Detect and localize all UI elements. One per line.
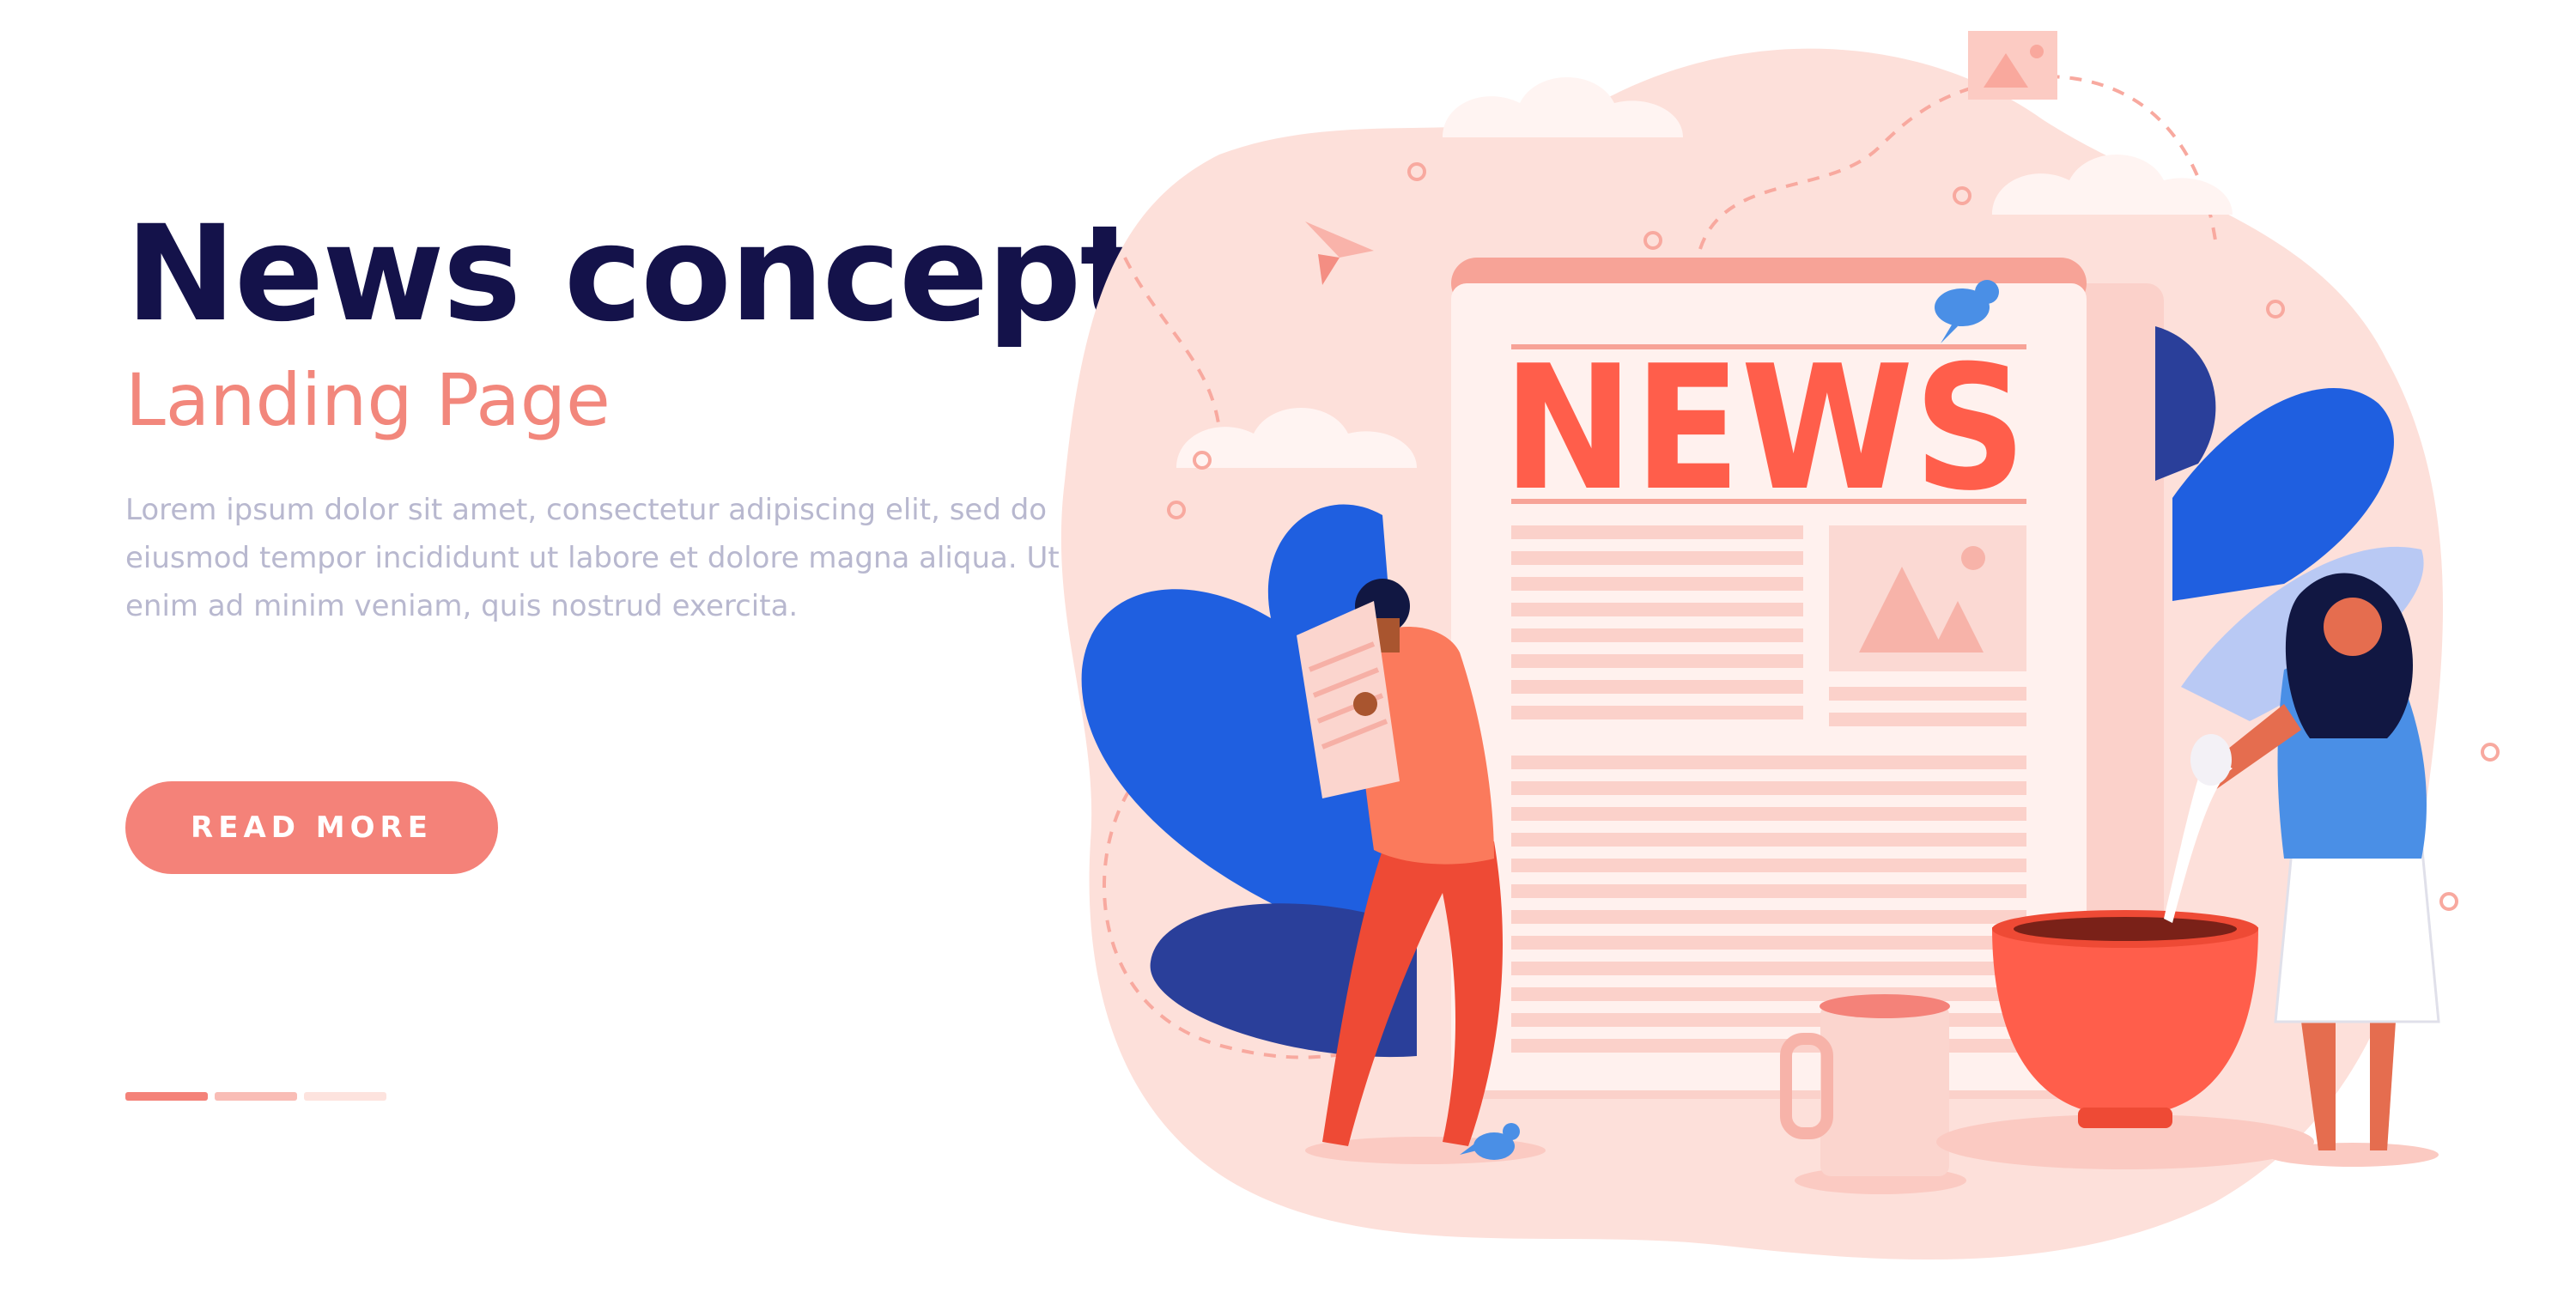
hero-text: News concept Landing Page Lorem ipsum do…	[125, 197, 1143, 630]
hero-description: Lorem ipsum dolor sit amet, consectetur …	[125, 493, 1060, 623]
newspaper-image-icon	[1829, 525, 2026, 671]
pager-dot-3[interactable]	[304, 1092, 386, 1101]
slide-pager	[125, 1092, 386, 1101]
read-more-button[interactable]: READ MORE	[125, 781, 498, 874]
page-title: News concept	[125, 197, 1143, 351]
page-subtitle: Landing Page	[125, 358, 611, 442]
news-illustration: NEWS	[1060, 31, 2500, 1260]
ring-dot	[2439, 892, 2458, 911]
image-placeholder-icon	[1968, 31, 2057, 100]
ring-dot	[2481, 743, 2500, 762]
pager-dot-2[interactable]	[215, 1092, 297, 1101]
pager-dot-1[interactable]	[125, 1092, 208, 1101]
